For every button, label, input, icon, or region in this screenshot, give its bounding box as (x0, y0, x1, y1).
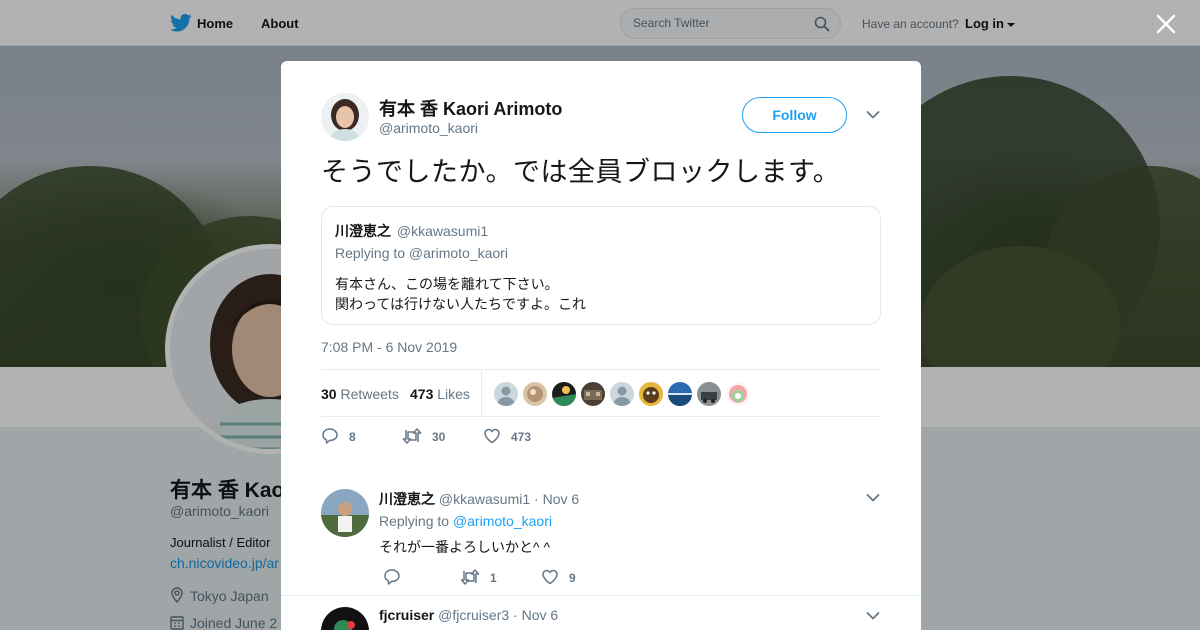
tweet-actions: 8 30 473 (321, 427, 621, 447)
follow-button[interactable]: Follow (742, 97, 847, 133)
retweets-stat[interactable]: 30 Retweets (321, 386, 399, 402)
heart-icon (542, 569, 558, 585)
reply-date[interactable]: · Nov 6 (534, 491, 579, 507)
reply-action[interactable] (383, 568, 411, 586)
tweet-stats: 30 Retweets 473 Likes (321, 369, 881, 417)
quoted-replying-to: Replying to @arimoto_kaori (335, 245, 508, 261)
chevron-down-icon[interactable] (866, 110, 880, 120)
like-count: 473 (511, 430, 532, 444)
reply-author-avatar[interactable] (321, 489, 369, 537)
reply-icon (322, 428, 338, 444)
quoted-author-handle: @kkawasumi1 (396, 223, 489, 239)
tweet-author-avatar[interactable] (321, 93, 369, 141)
reply-date[interactable]: · Nov 6 (513, 607, 558, 623)
reply-replying-to: Replying to @arimoto_kaori (379, 513, 552, 529)
retweet-count: 1 (490, 571, 497, 585)
tweet-text: そうでしたか。では全員ブロックします。 (321, 157, 841, 187)
likes-count: 473 (410, 386, 434, 402)
reply-author-name[interactable]: fjcruiser (379, 607, 434, 623)
retweet-count: 30 (432, 430, 446, 444)
reply-action[interactable]: 8 (321, 427, 356, 447)
heart-icon (484, 428, 500, 444)
tweet-modal: 有本 香 Kaori Arimoto @arimoto_kaori Follow… (281, 61, 921, 630)
likes-stat[interactable]: 473 Likes (410, 386, 470, 402)
stats-divider (481, 370, 482, 416)
quoted-text-line: 有本さん、この場を離れて下さい。 (335, 276, 559, 292)
retweet-icon (402, 428, 422, 444)
replying-mention-link[interactable]: @arimoto_kaori (453, 513, 552, 529)
likes-label: Likes (437, 386, 470, 402)
quoted-text-line: 関わっては行けない人たちですよ。これ (335, 296, 587, 312)
reply-divider (281, 595, 921, 596)
retweets-count: 30 (321, 386, 337, 402)
replying-prefix: Replying to (379, 513, 450, 529)
tweet-timestamp[interactable]: 7:08 PM - 6 Nov 2019 (321, 339, 457, 355)
tweet-author-handle[interactable]: @arimoto_kaori (379, 120, 478, 136)
like-action[interactable]: 473 (483, 427, 531, 447)
reply-author-name[interactable]: 川澄恵之 (379, 491, 435, 507)
quoted-tweet[interactable]: 川澄恵之 @kkawasumi1 Replying to @arimoto_ka… (321, 206, 881, 325)
liker-avatar[interactable] (552, 382, 576, 406)
retweet-action[interactable]: 1 (460, 568, 497, 586)
like-action[interactable]: 9 (541, 568, 576, 586)
retweet-icon (460, 569, 480, 585)
liker-avatar[interactable] (581, 382, 605, 406)
liker-avatar[interactable] (523, 382, 547, 406)
like-count: 9 (569, 571, 576, 585)
reply-author-avatar[interactable] (321, 607, 369, 630)
reply-author-handle[interactable]: @kkawasumi1 (439, 491, 530, 507)
liker-avatar[interactable] (639, 382, 663, 406)
retweets-label: Retweets (340, 386, 399, 402)
chevron-down-icon[interactable] (866, 611, 880, 621)
close-icon[interactable] (1155, 13, 1177, 35)
quoted-author: 川澄恵之 @kkawasumi1 (335, 221, 488, 241)
reply-header: fjcruiser @fjcruiser3 · Nov 6 (379, 607, 558, 623)
reply-icon (384, 569, 400, 585)
liker-avatar[interactable] (726, 382, 750, 406)
liker-avatar[interactable] (697, 382, 721, 406)
liker-avatar[interactable] (494, 382, 518, 406)
quoted-author-name: 川澄恵之 (335, 223, 391, 239)
chevron-down-icon[interactable] (866, 493, 880, 503)
liker-avatar[interactable] (610, 382, 634, 406)
reply-text: それが一番よろしいかと^ ^ (379, 539, 551, 555)
reply-count: 8 (349, 430, 356, 444)
tweet-author-name[interactable]: 有本 香 Kaori Arimoto (379, 95, 562, 121)
reply-author-handle[interactable]: @fjcruiser3 (438, 607, 509, 623)
reply-header: 川澄恵之 @kkawasumi1 · Nov 6 (379, 489, 579, 509)
liker-avatar[interactable] (668, 382, 692, 406)
retweet-action[interactable]: 30 (402, 427, 445, 447)
